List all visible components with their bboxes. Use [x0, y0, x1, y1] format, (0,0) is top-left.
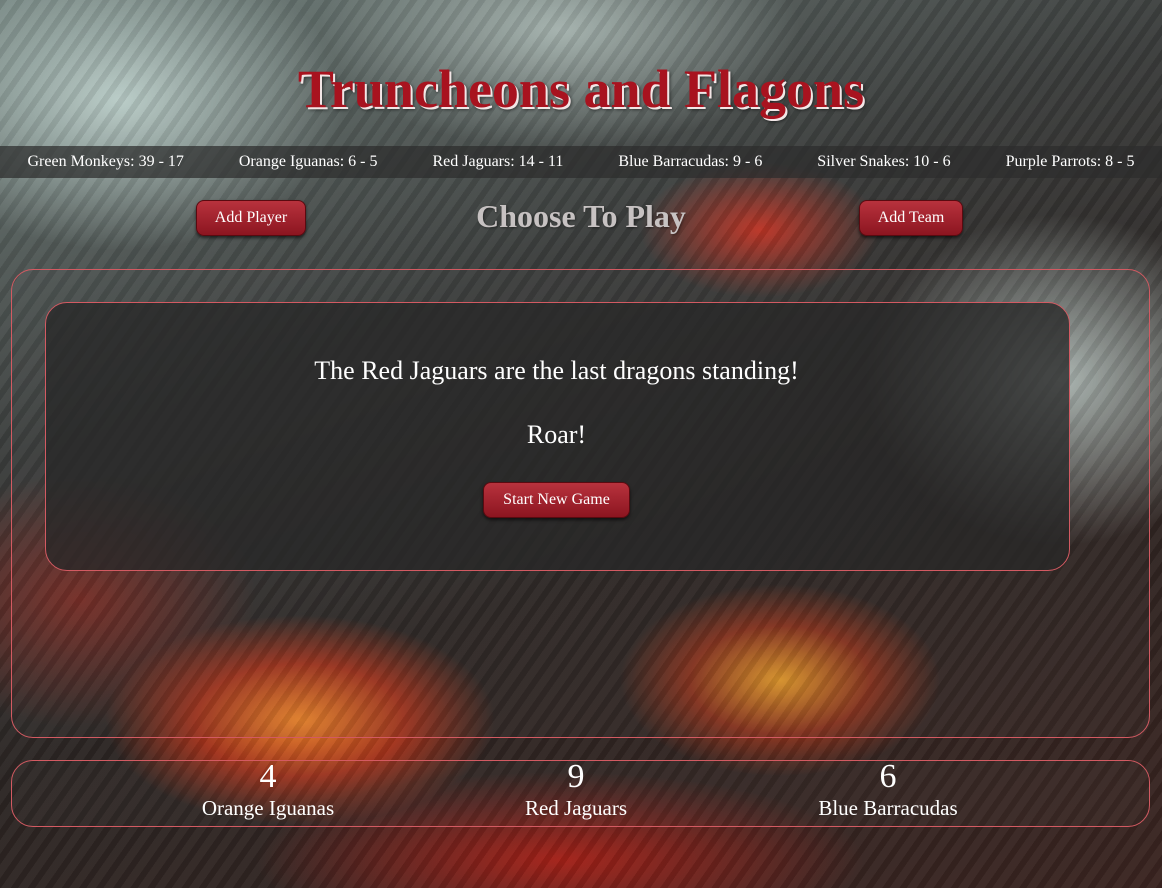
page-title: Truncheons and Flagons — [297, 59, 865, 119]
standing-orange-iguanas: Orange Iguanas: 6 - 5 — [238, 153, 378, 170]
score-value: 6 — [879, 758, 897, 795]
score-team-name: Red Jaguars — [524, 796, 628, 820]
team-score-blue-barracudas: 6 Blue Barracudas — [778, 758, 998, 820]
score-team-name: Blue Barracudas — [818, 796, 958, 820]
team-score-orange-iguanas: 4 Orange Iguanas — [158, 758, 378, 820]
team-score-red-jaguars: 9 Red Jaguars — [466, 758, 686, 820]
standing-green-monkeys: Green Monkeys: 39 - 17 — [27, 153, 184, 170]
choose-to-play-heading: Choose To Play — [476, 198, 686, 234]
standing-blue-barracudas: Blue Barracudas: 9 - 6 — [618, 153, 763, 170]
start-new-game-button[interactable]: Start New Game — [483, 482, 630, 518]
roar-message: Roar! — [526, 420, 587, 449]
score-value: 4 — [259, 758, 277, 795]
standing-purple-parrots: Purple Parrots: 8 - 5 — [1005, 153, 1135, 170]
score-team-name: Orange Iguanas — [201, 796, 335, 820]
standing-red-jaguars: Red Jaguars: 14 - 11 — [432, 153, 564, 170]
standings-bar: Green Monkeys: 39 - 17 Orange Iguanas: 6… — [0, 146, 1162, 178]
winner-message: The Red Jaguars are the last dragons sta… — [314, 356, 799, 385]
standing-silver-snakes: Silver Snakes: 10 - 6 — [817, 153, 951, 170]
add-team-button[interactable]: Add Team — [859, 200, 963, 236]
score-value: 9 — [567, 758, 585, 795]
